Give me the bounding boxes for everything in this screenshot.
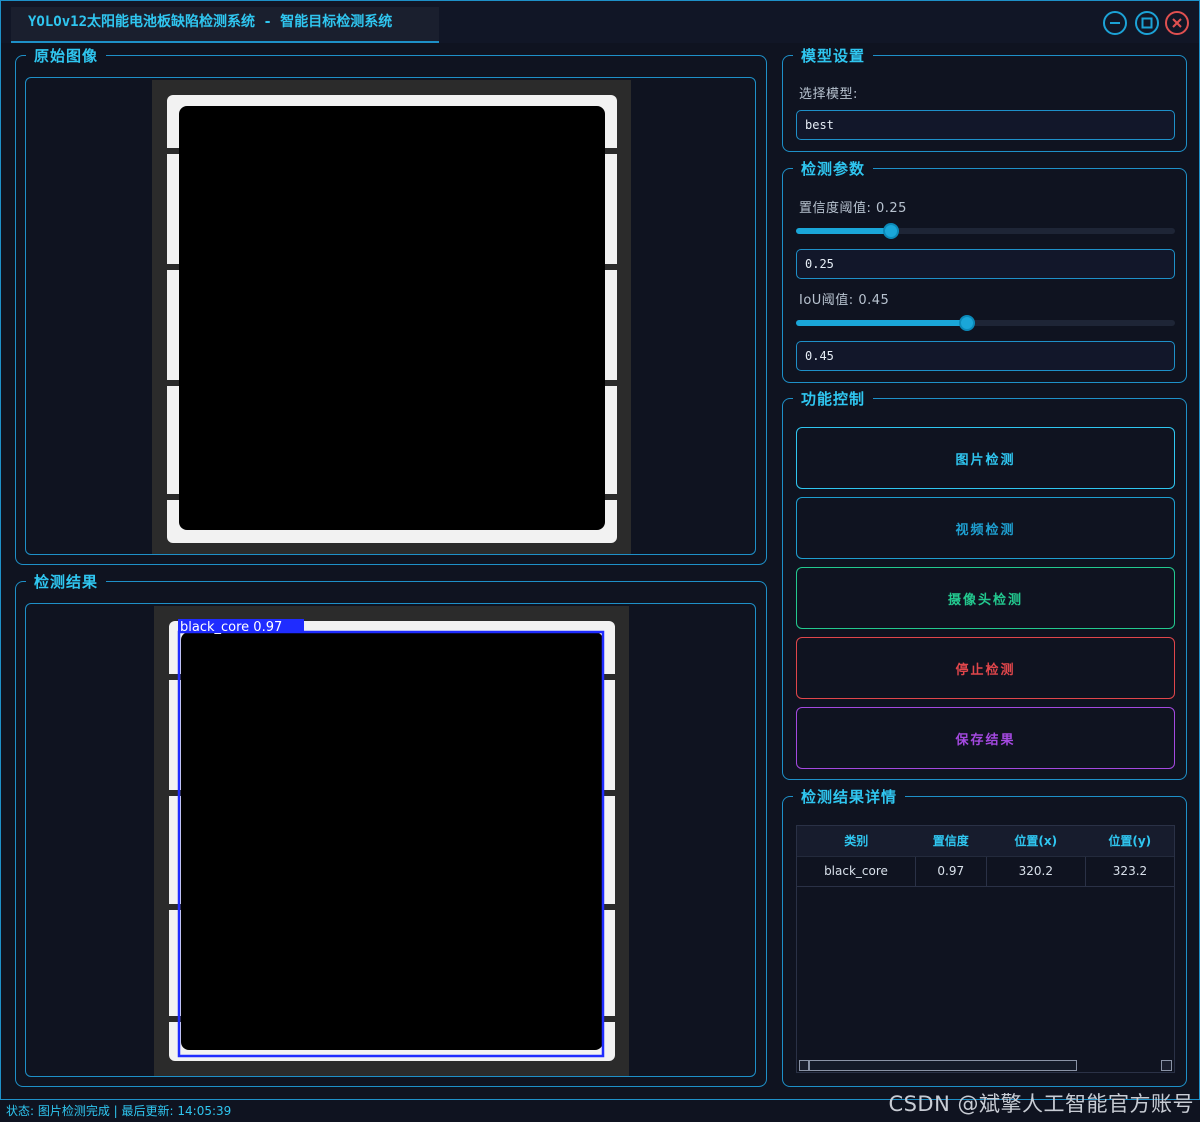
- original-image-title: 原始图像: [26, 46, 107, 66]
- cell-y: 323.2: [1085, 856, 1174, 887]
- column-header-y[interactable]: 位置(y): [1085, 826, 1174, 857]
- function-control-title: 功能控制: [793, 389, 874, 409]
- minimize-button[interactable]: [1103, 11, 1127, 35]
- detection-result-panel: 检测结果 black_core 0.97: [15, 572, 767, 1087]
- select-model-label: 选择模型:: [799, 87, 858, 102]
- original-image-panel: 原始图像: [15, 46, 767, 565]
- save-result-button[interactable]: 保存结果: [796, 707, 1175, 769]
- column-header-x[interactable]: 位置(x): [986, 826, 1086, 857]
- original-image: [152, 80, 631, 554]
- cell-x: 320.2: [986, 856, 1086, 887]
- table-row[interactable]: black_core 0.97 320.2 323.2: [797, 856, 1174, 887]
- camera-detect-button[interactable]: 摄像头检测: [796, 567, 1175, 629]
- result-image-frame: black_core 0.97: [25, 603, 756, 1077]
- model-settings-title: 模型设置: [793, 46, 874, 66]
- conf-threshold-input[interactable]: 0.25: [796, 249, 1175, 279]
- conf-threshold-slider[interactable]: [796, 223, 1175, 239]
- scroll-left-icon[interactable]: [799, 1060, 809, 1071]
- function-control-panel: 功能控制 图片检测 视频检测 摄像头检测 停止检测 保存结果: [782, 389, 1187, 780]
- video-detect-button[interactable]: 视频检测: [796, 497, 1175, 559]
- original-image-frame: [25, 77, 756, 555]
- model-select[interactable]: best: [796, 110, 1175, 140]
- detection-params-title: 检测参数: [793, 159, 874, 179]
- detection-details-panel: 检测结果详情 类别 置信度 位置(x) 位置(y) black_core 0.9…: [782, 787, 1187, 1087]
- window-title: YOLOv12太阳能电池板缺陷检测系统 - 智能目标检测系统: [11, 7, 439, 43]
- detection-params-panel: 检测参数 置信度阈值: 0.25 0.25 IoU阈值: 0.45 0.45: [782, 159, 1187, 383]
- result-image: black_core 0.97: [154, 606, 629, 1076]
- image-detect-button[interactable]: 图片检测: [796, 427, 1175, 489]
- iou-threshold-input[interactable]: 0.45: [796, 341, 1175, 371]
- detection-details-title: 检测结果详情: [793, 787, 906, 807]
- title-bar: YOLOv12太阳能电池板缺陷检测系统 - 智能目标检测系统: [1, 1, 1199, 43]
- iou-slider-handle[interactable]: [958, 315, 975, 331]
- minimize-icon: [1110, 22, 1120, 24]
- detection-label: black_core 0.97: [180, 620, 282, 635]
- column-header-class[interactable]: 类别: [797, 826, 916, 857]
- conf-slider-fill: [796, 228, 891, 234]
- iou-threshold-slider[interactable]: [796, 315, 1175, 331]
- results-table: 类别 置信度 位置(x) 位置(y) black_core 0.97 320.2…: [797, 826, 1174, 887]
- model-settings-panel: 模型设置 选择模型: best: [782, 46, 1187, 152]
- scroll-right-icon[interactable]: [1161, 1060, 1172, 1071]
- cell-confidence: 0.97: [915, 856, 987, 887]
- close-button[interactable]: [1165, 11, 1189, 35]
- maximize-icon: [1141, 17, 1153, 29]
- conf-slider-handle[interactable]: [882, 223, 899, 239]
- maximize-button[interactable]: [1135, 11, 1159, 35]
- stop-detect-button[interactable]: 停止检测: [796, 637, 1175, 699]
- results-table-container: 类别 置信度 位置(x) 位置(y) black_core 0.97 320.2…: [796, 825, 1175, 1073]
- iou-threshold-label: IoU阈值: 0.45: [799, 293, 890, 308]
- iou-slider-fill: [796, 320, 967, 326]
- detection-result-title: 检测结果: [26, 572, 107, 592]
- close-icon: [1172, 18, 1182, 28]
- watermark: CSDN @斌擎人工智能官方账号: [888, 1092, 1194, 1116]
- scrollbar-thumb[interactable]: [809, 1060, 1077, 1071]
- column-header-confidence[interactable]: 置信度: [915, 826, 987, 857]
- app-window: YOLOv12太阳能电池板缺陷检测系统 - 智能目标检测系统 原始图像 检测结果…: [0, 0, 1200, 1100]
- horizontal-scrollbar[interactable]: [797, 1060, 1174, 1072]
- cell-class: black_core: [797, 856, 916, 887]
- table-header-row: 类别 置信度 位置(x) 位置(y): [797, 826, 1174, 857]
- conf-threshold-label: 置信度阈值: 0.25: [799, 201, 907, 216]
